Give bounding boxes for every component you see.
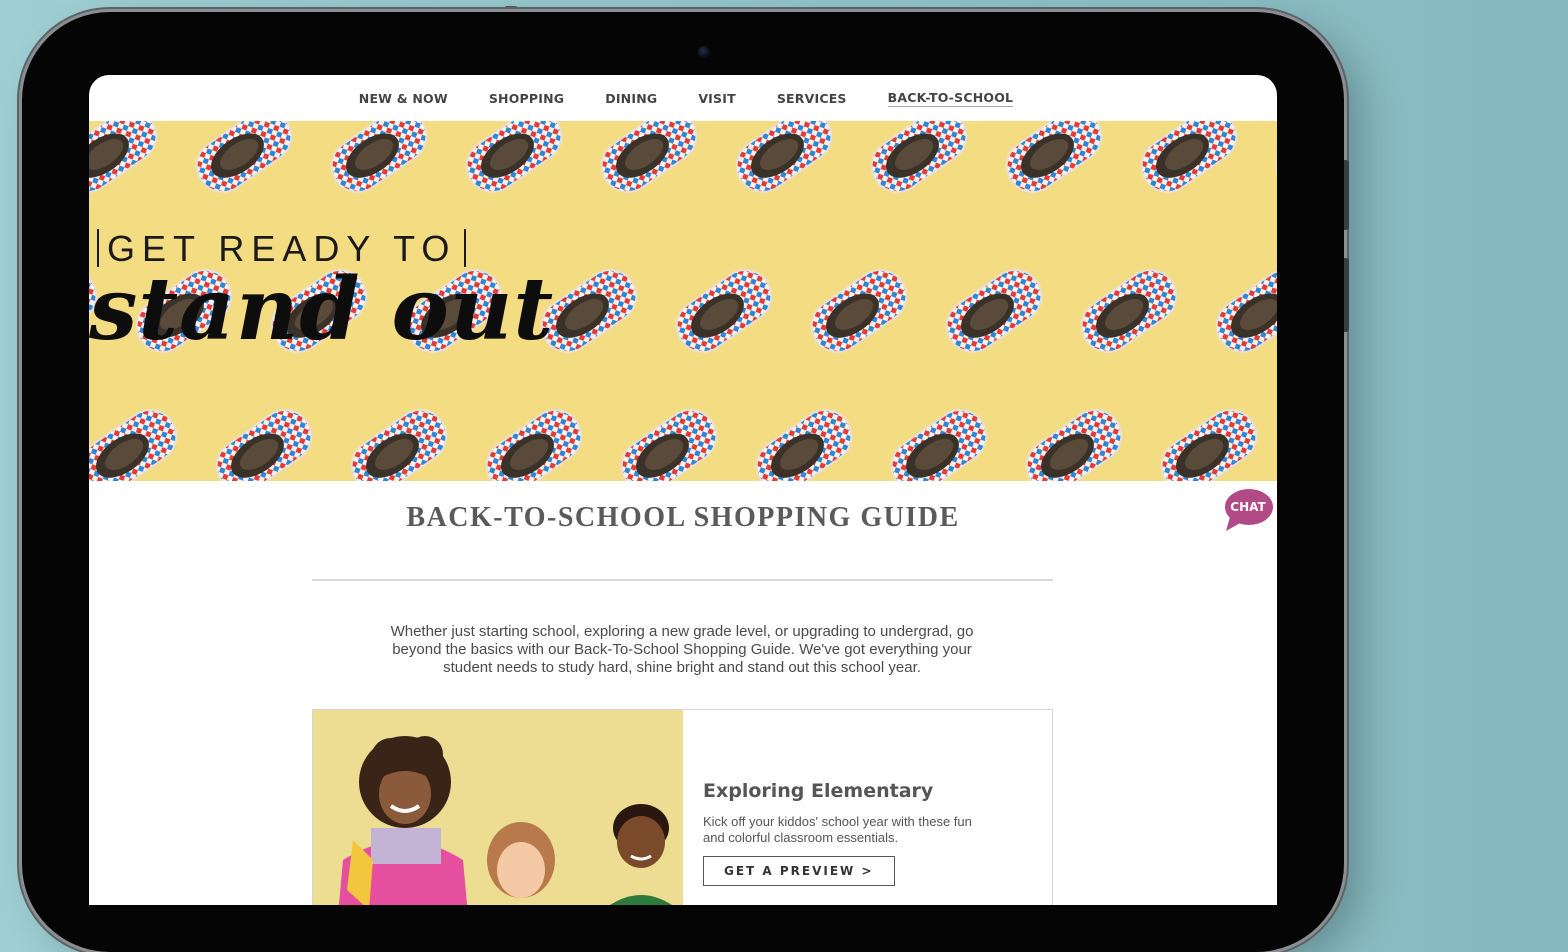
kids-illustration (338, 736, 672, 905)
nav-item-dining[interactable]: DINING (605, 91, 657, 106)
tablet-volume-up-button (1344, 160, 1349, 230)
nav-item-shopping[interactable]: SHOPPING (489, 91, 564, 106)
nav-item-services[interactable]: SERVICES (777, 91, 847, 106)
shoe-graphic (475, 398, 593, 481)
shoe-graphic (610, 398, 728, 481)
hero-banner[interactable]: GET READY TO stand out (89, 121, 1277, 481)
camera-icon (698, 46, 710, 58)
tablet-volume-down-button (1344, 258, 1349, 332)
guide-card-elementary: Exploring Elementary Kick off your kiddo… (312, 709, 1053, 905)
shoe-graphic (590, 121, 708, 204)
shoe-graphic (89, 121, 168, 204)
card-title: Exploring Elementary (703, 780, 934, 802)
shoe-graphic (1150, 398, 1268, 481)
nav-item-new-and-now[interactable]: NEW & NOW (359, 91, 448, 106)
intro-line: beyond the basics with our Back-To-Schoo… (392, 641, 972, 658)
nav-item-visit[interactable]: VISIT (698, 91, 736, 106)
shoe-graphic (1015, 398, 1133, 481)
card-body: Exploring Elementary Kick off your kiddo… (703, 780, 1033, 886)
nav-item-back-to-school[interactable]: BACK-TO-SCHOOL (887, 90, 1014, 107)
get-a-preview-button[interactable]: GET A PREVIEW > (703, 856, 895, 886)
hero-heading-line2: stand out (89, 259, 555, 360)
shoe-graphic (860, 121, 978, 204)
shoe-graphic (89, 398, 188, 481)
page-title: BACK-TO-SCHOOL SHOPPING GUIDE (406, 502, 960, 533)
shoe-graphic (995, 121, 1113, 204)
shoe-graphic (880, 398, 998, 481)
shoe-graphic (185, 121, 303, 204)
tablet-screen: NEW & NOW SHOPPING DINING VISIT SERVICES… (89, 75, 1277, 905)
shoe-graphic (725, 121, 843, 204)
shoe-graphic (340, 398, 458, 481)
shoe-graphic (320, 121, 438, 204)
card-description-line: Kick off your kiddos' school year with t… (703, 814, 972, 829)
intro-line: Whether just starting school, exploring … (390, 623, 974, 640)
shoe-graphic (1265, 121, 1277, 204)
kids-photo (313, 710, 683, 905)
intro-line: student needs to study hard, shine brigh… (443, 659, 921, 676)
title-divider (312, 579, 1053, 581)
main-nav: NEW & NOW SHOPPING DINING VISIT SERVICES… (89, 75, 1277, 121)
shoe-graphic (205, 398, 323, 481)
shoe-graphic (1130, 121, 1248, 204)
intro-paragraph: Whether just starting school, exploring … (325, 623, 1039, 677)
card-description-line: and colorful classroom essentials. (703, 830, 899, 845)
shoe-graphic (455, 121, 573, 204)
shoe-graphic (745, 398, 863, 481)
card-description: Kick off your kiddos' school year with t… (703, 814, 1033, 846)
